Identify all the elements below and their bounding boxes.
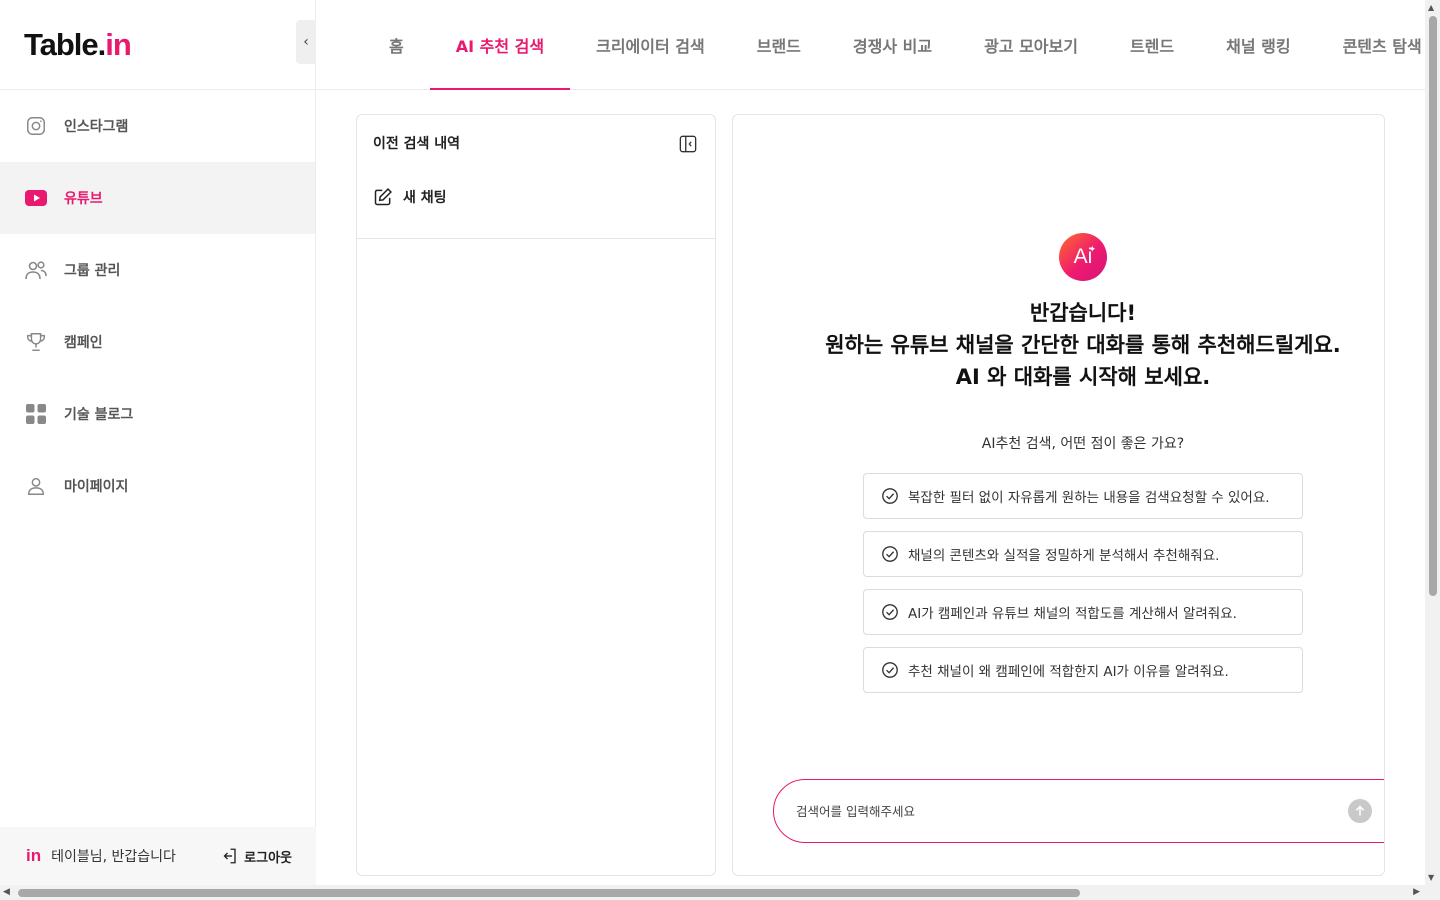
tab-content-explore[interactable]: 콘텐츠 탐색	[1317, 0, 1440, 89]
scroll-right-icon[interactable]: ▶	[1413, 887, 1420, 897]
tab-competitor-compare[interactable]: 경쟁사 비교	[827, 0, 958, 89]
horizontal-scrollbar[interactable]: ◀ ▶	[0, 885, 1440, 900]
search-input[interactable]	[796, 803, 1316, 819]
welcome-message: 반갑습니다! 원하는 유튜브 채널을 간단한 대화를 통해 추천해드릴게요. A…	[825, 301, 1341, 389]
sidebar-item-group-management[interactable]: 그룹 관리	[0, 234, 315, 306]
sidebar-item-instagram[interactable]: 인스타그램	[0, 90, 315, 162]
vertical-scroll-thumb[interactable]	[1429, 16, 1437, 596]
check-circle-icon	[882, 604, 898, 620]
tab-channel-ranking[interactable]: 채널 랭킹	[1200, 0, 1316, 89]
user-icon	[24, 474, 48, 498]
feature-list: 복잡한 필터 없이 자유롭게 원하는 내용을 검색요청할 수 있어요. 채널의 …	[863, 473, 1303, 705]
sidebar-item-label: 캠페인	[64, 335, 103, 351]
user-greeting: 테이블님, 반갑습니다	[51, 849, 176, 865]
tab-ai-search[interactable]: AI 추천 검색	[429, 0, 571, 90]
check-circle-icon	[882, 662, 898, 678]
footer-logo: in	[26, 846, 42, 865]
feature-item: 복잡한 필터 없이 자유롭게 원하는 내용을 검색요청할 수 있어요.	[863, 473, 1303, 519]
tab-home[interactable]: 홈	[363, 0, 430, 89]
arrow-up-icon	[1355, 805, 1365, 816]
vertical-scrollbar[interactable]: ▲ ▼	[1425, 0, 1440, 885]
users-icon	[24, 258, 48, 282]
feature-item: AI가 캠페인과 유튜브 채널의 적합도를 계산해서 알려줘요.	[863, 589, 1303, 635]
sidebar: Table.in ‹ 인스타그램 유튜브 그룹 관리 캠페인 기술 블로그 마이…	[0, 0, 316, 885]
logo[interactable]: Table.in	[24, 27, 132, 63]
sparkle-icon: ✦	[1088, 244, 1096, 254]
features-title: AI추천 검색, 어떤 점이 좋은 가요?	[981, 436, 1185, 452]
tab-ad-collection[interactable]: 광고 모아보기	[958, 0, 1104, 89]
sidebar-item-label: 기술 블로그	[64, 407, 134, 423]
tab-creator-search[interactable]: 크리에이터 검색	[570, 0, 731, 89]
sidebar-item-mypage[interactable]: 마이페이지	[0, 450, 315, 522]
logo-area: Table.in ‹	[0, 0, 316, 90]
search-history-panel: 이전 검색 내역 새 채팅	[356, 114, 716, 876]
scroll-down-icon[interactable]: ▼	[1428, 873, 1434, 882]
tab-brand[interactable]: 브랜드	[731, 0, 827, 89]
scroll-up-icon[interactable]: ▲	[1428, 3, 1434, 12]
sidebar-item-tech-blog[interactable]: 기술 블로그	[0, 378, 315, 450]
grid-icon	[24, 402, 48, 426]
sidebar-item-label: 인스타그램	[64, 119, 129, 135]
sidebar-item-youtube[interactable]: 유튜브	[0, 162, 315, 234]
chevron-left-icon: ‹	[303, 34, 309, 50]
top-nav: 홈 AI 추천 검색 크리에이터 검색 브랜드 경쟁사 비교 광고 모아보기 트…	[317, 0, 1425, 90]
feature-item: 채널의 콘텐츠와 실적을 정밀하게 분석해서 추천해줘요.	[863, 531, 1303, 577]
logout-icon	[223, 848, 236, 864]
horizontal-scroll-thumb[interactable]	[18, 889, 1080, 897]
send-button[interactable]	[1348, 799, 1372, 823]
new-chat-button[interactable]: 새 채팅	[373, 187, 699, 207]
youtube-icon	[24, 186, 48, 210]
panel-toggle-icon[interactable]	[679, 135, 697, 157]
logout-button[interactable]: 로그아웃	[220, 847, 292, 866]
edit-icon	[374, 188, 392, 206]
sidebar-nav: 인스타그램 유튜브 그룹 관리 캠페인 기술 블로그 마이페이지	[0, 90, 315, 522]
sidebar-item-label: 마이페이지	[64, 479, 129, 495]
ai-logo-icon: Ai ✦	[1059, 233, 1107, 281]
instagram-icon	[24, 114, 48, 138]
check-circle-icon	[882, 546, 898, 562]
sidebar-footer: in 테이블님, 반갑습니다 로그아웃	[0, 827, 316, 885]
search-box	[773, 779, 1384, 843]
tab-trend[interactable]: 트렌드	[1104, 0, 1200, 89]
sidebar-collapse-button[interactable]: ‹	[296, 20, 316, 64]
trophy-icon	[24, 330, 48, 354]
sidebar-item-label: 그룹 관리	[64, 263, 121, 279]
check-circle-icon	[882, 488, 898, 504]
feature-item: 추천 채널이 왜 캠페인에 적합한지 AI가 이유를 알려줘요.	[863, 647, 1303, 693]
history-header: 이전 검색 내역 새 채팅	[357, 115, 715, 239]
sidebar-item-campaign[interactable]: 캠페인	[0, 306, 315, 378]
scroll-left-icon[interactable]: ◀	[3, 887, 10, 897]
sidebar-item-label: 유튜브	[64, 191, 103, 207]
ai-chat-panel: Ai ✦ 반갑습니다! 원하는 유튜브 채널을 간단한 대화를 통해 추천해드릴…	[732, 114, 1385, 876]
history-title: 이전 검색 내역	[373, 136, 461, 152]
